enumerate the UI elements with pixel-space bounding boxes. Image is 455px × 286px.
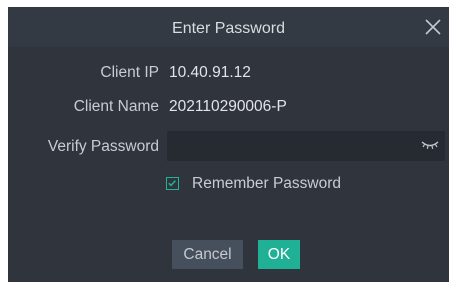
cancel-button[interactable]: Cancel	[172, 240, 243, 269]
ok-button[interactable]: OK	[258, 240, 300, 269]
checkmark-icon	[168, 180, 176, 187]
client-ip-label: Client IP	[100, 64, 159, 81]
client-name-value: 202110290006-P	[169, 98, 287, 115]
verify-password-label: Verify Password	[47, 138, 159, 155]
eye-closed-icon[interactable]	[421, 139, 439, 151]
remember-password-checkbox[interactable]	[166, 177, 179, 190]
dialog-titlebar: Enter Password	[8, 7, 449, 47]
client-name-label: Client Name	[73, 98, 159, 115]
verify-password-input[interactable]	[167, 131, 445, 161]
client-ip-value: 10.40.91.12	[169, 64, 251, 81]
close-icon[interactable]	[423, 17, 443, 37]
remember-password-label[interactable]: Remember Password	[192, 175, 341, 193]
dialog-title: Enter Password	[172, 20, 285, 37]
enter-password-dialog: Enter Password Client IP 10.40.91.12 Cli…	[8, 7, 449, 282]
